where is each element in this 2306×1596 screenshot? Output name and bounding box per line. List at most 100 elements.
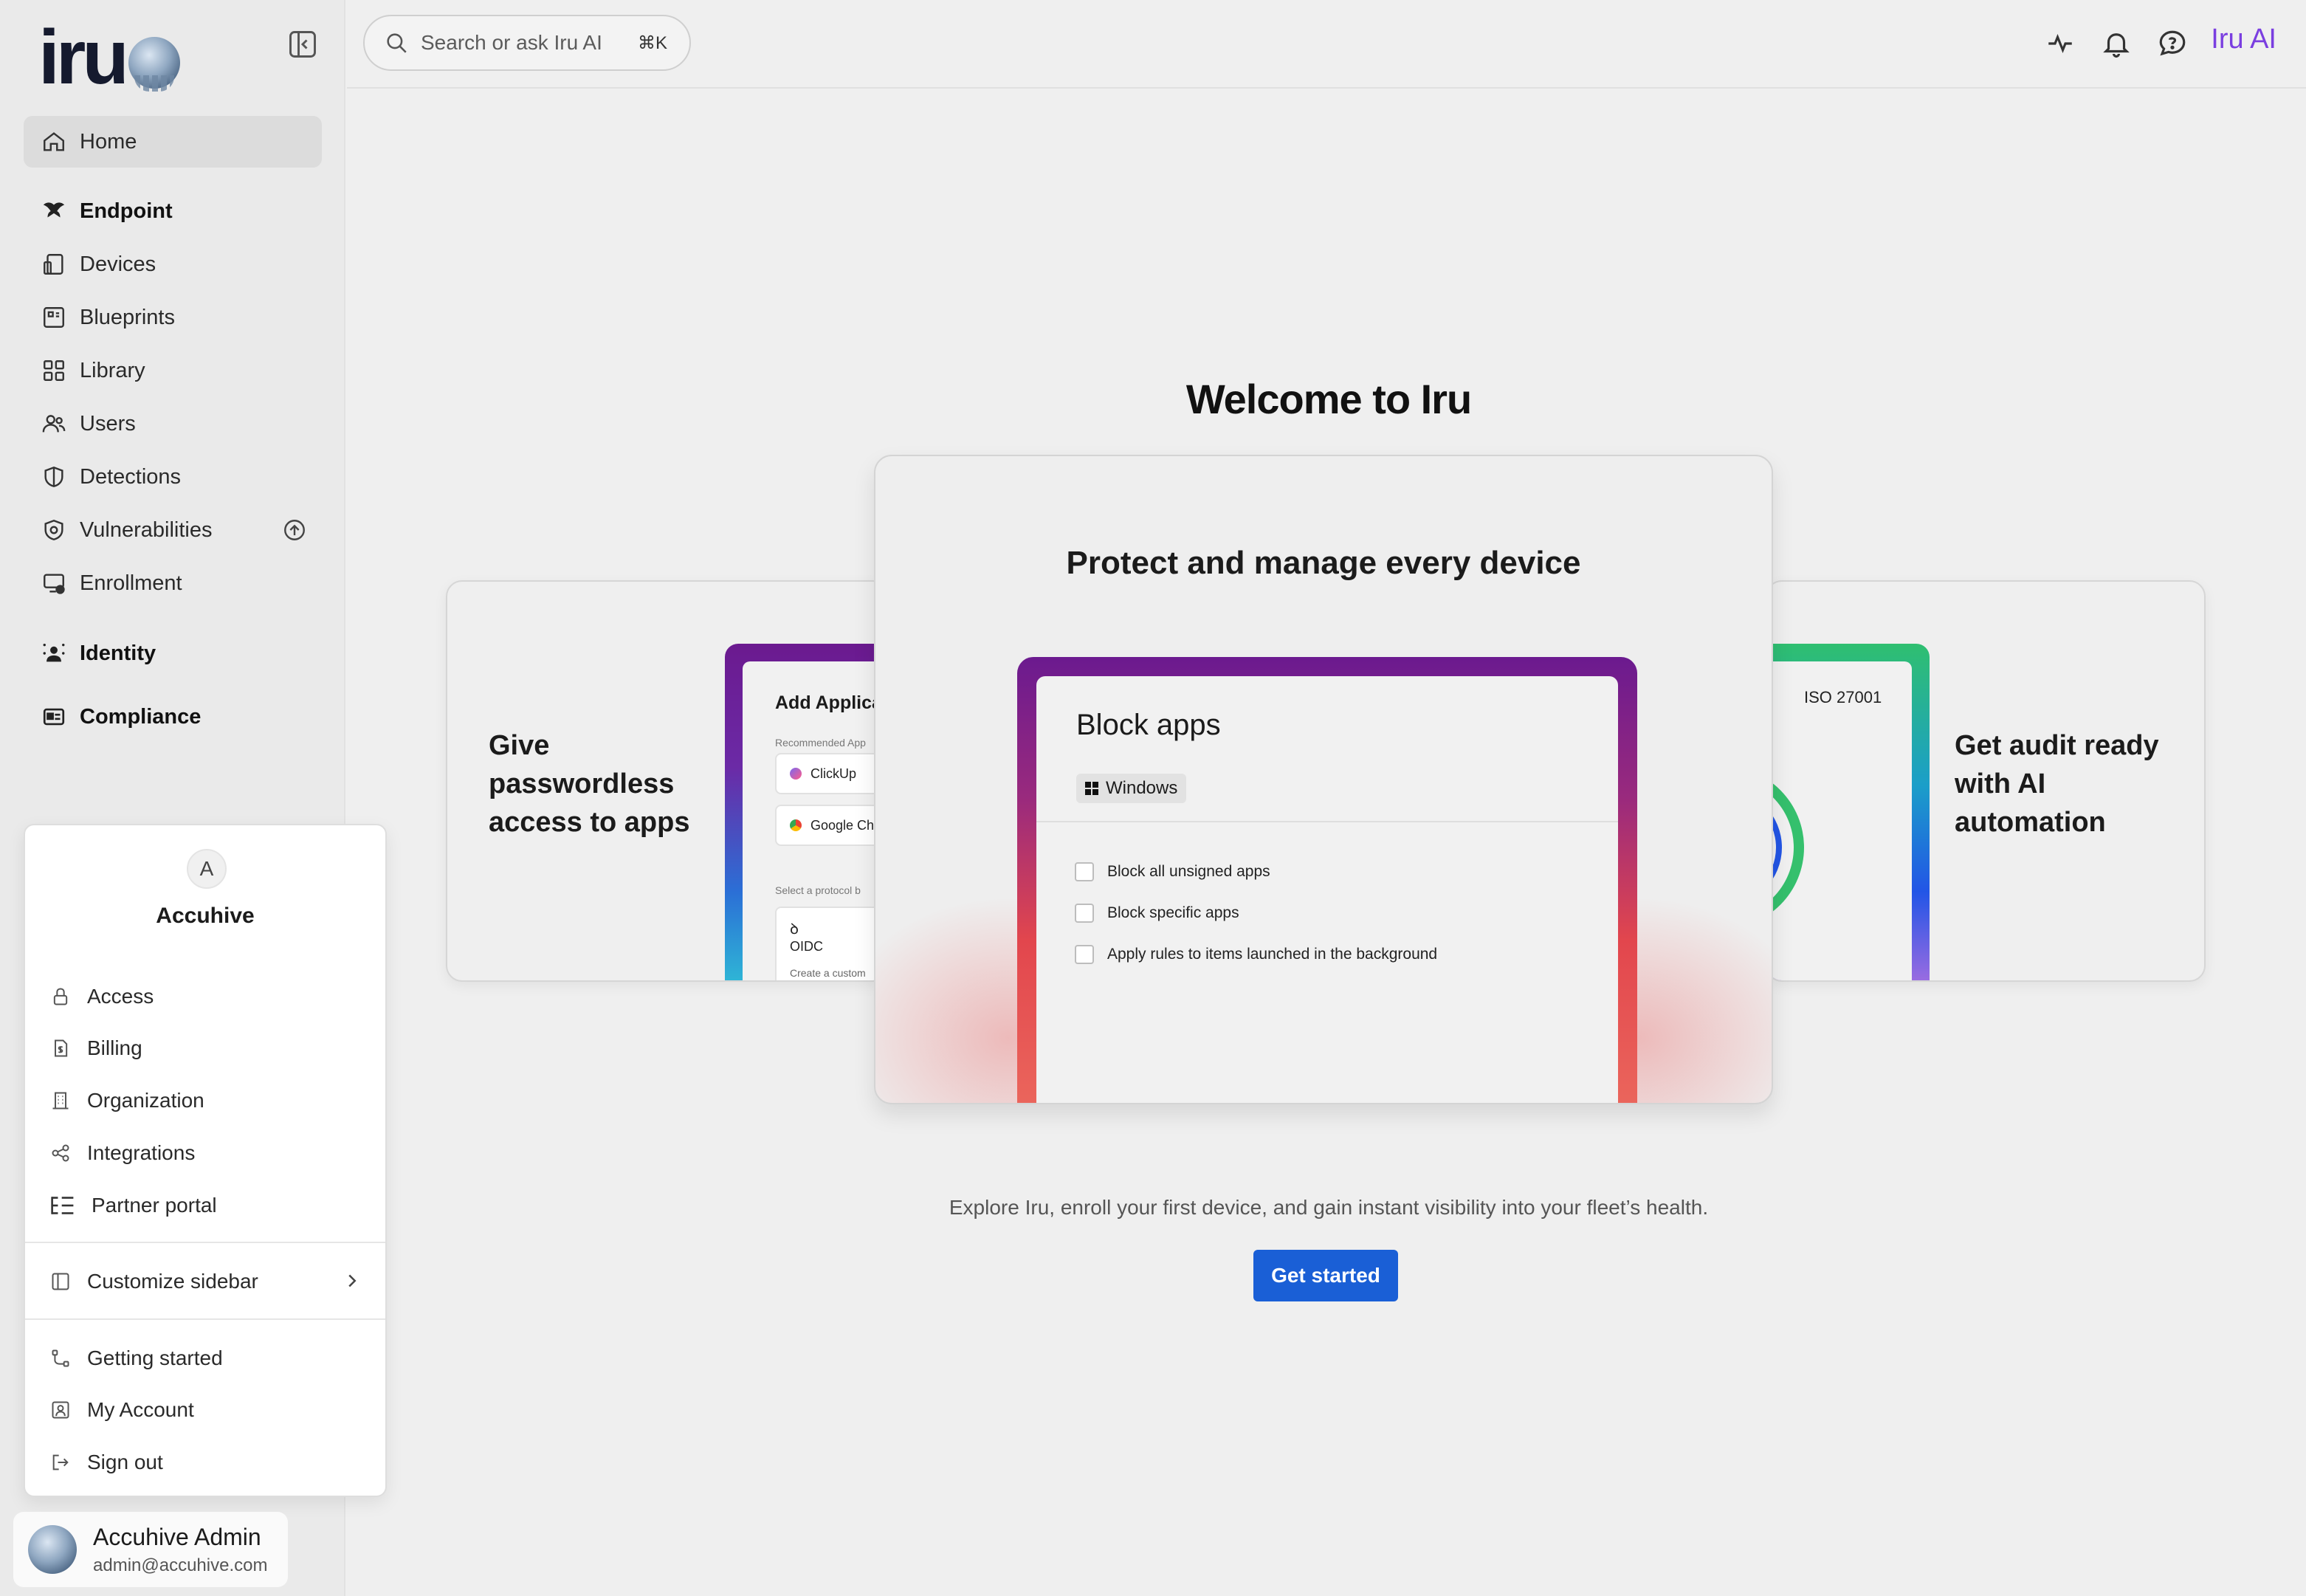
search-placeholder: Search or ask Iru AI xyxy=(421,31,602,54)
panel-title: Block apps xyxy=(1076,709,1221,741)
logo-wordmark: iru xyxy=(38,15,129,100)
sidebar-item-label: Library xyxy=(80,358,145,382)
menu-item-label: Sign out xyxy=(87,1451,163,1473)
menu-item-label: Getting started xyxy=(87,1346,223,1369)
menu-item-organization[interactable]: Organization xyxy=(49,1079,366,1123)
carousel-card-protect[interactable]: Protect and manage every device Block ap… xyxy=(874,455,1773,1104)
carousel-card-passwordless[interactable]: Give passwordless access to apps Add App… xyxy=(446,580,889,982)
menu-item-label: My Account xyxy=(87,1398,194,1421)
sidebar-item-enrollment[interactable]: Enrollment xyxy=(24,557,322,609)
option-block-specific: Block specific apps xyxy=(1075,904,1239,923)
endpoint-icon xyxy=(40,197,68,225)
app-option-label: ClickUp xyxy=(810,766,857,781)
menu-item-label: Access xyxy=(87,985,154,1008)
checkbox xyxy=(1075,904,1094,923)
clickup-icon xyxy=(790,768,802,780)
menu-item-label: Partner portal xyxy=(92,1194,217,1217)
identity-icon xyxy=(40,639,68,667)
user-profile-button[interactable]: Accuhive Admin admin@accuhive.com xyxy=(13,1512,288,1587)
sidebar-item-label: Endpoint xyxy=(80,199,173,223)
home-icon xyxy=(40,128,68,156)
menu-item-integrations[interactable]: Integrations xyxy=(49,1131,366,1175)
menu-item-sign-out[interactable]: Sign out xyxy=(49,1440,366,1485)
panel-divider xyxy=(1036,821,1618,822)
help-chat-icon[interactable] xyxy=(2157,28,2188,59)
top-bar: Search or ask Iru AI ⌘K Iru AI xyxy=(347,0,2306,89)
sidebar-section-endpoint[interactable]: Endpoint xyxy=(24,185,322,237)
search-shortcut: ⌘K xyxy=(637,32,667,53)
account-icon xyxy=(49,1398,72,1422)
block-apps-panel: Block apps Windows Block all unsigned ap… xyxy=(1036,676,1618,1103)
avatar xyxy=(28,1525,77,1574)
iso-badge: ISO 27001 xyxy=(1804,688,1882,706)
app-option-clickup: ClickUp xyxy=(775,753,887,794)
carousel-card-audit[interactable]: ISO 27001 Get audit ready with AI automa… xyxy=(1766,580,2206,982)
mockup-subheading: Recommended App xyxy=(775,737,866,749)
logo-orb-icon xyxy=(128,37,180,92)
route-icon xyxy=(49,1346,72,1370)
menu-item-label: Billing xyxy=(87,1036,142,1059)
menu-item-getting-started[interactable]: Getting started xyxy=(49,1336,366,1380)
sidebar-section-identity[interactable]: Identity xyxy=(24,627,322,679)
building-icon xyxy=(49,1089,72,1112)
mockup-heading: Add Applica xyxy=(775,692,882,713)
sign-out-icon xyxy=(49,1451,72,1474)
bell-icon[interactable] xyxy=(2101,28,2132,59)
search-icon xyxy=(384,30,409,55)
menu-item-access[interactable]: Access xyxy=(49,974,366,1019)
sidebar-item-label: Identity xyxy=(80,641,156,665)
enrollment-icon xyxy=(40,569,68,597)
app-option-google-chrome: Google Ch xyxy=(775,805,887,846)
user-name: Accuhive Admin xyxy=(93,1523,261,1550)
sidebar-item-users[interactable]: Users xyxy=(24,398,322,450)
block-apps-mockup-frame: Block apps Windows Block all unsigned ap… xyxy=(1017,657,1637,1103)
chevron-right-icon xyxy=(341,1270,363,1292)
sidebar-item-library[interactable]: Library xyxy=(24,345,322,396)
menu-item-label: Customize sidebar xyxy=(87,1270,258,1293)
option-label: Apply rules to items launched in the bac… xyxy=(1107,946,1438,963)
card-title: Give passwordless access to apps xyxy=(489,730,690,838)
menu-item-my-account[interactable]: My Account xyxy=(49,1388,366,1432)
upgrade-arrow-icon[interactable] xyxy=(282,517,307,543)
menu-item-customize-sidebar[interactable]: Customize sidebar xyxy=(49,1259,366,1304)
option-label: Block specific apps xyxy=(1107,904,1239,921)
iru-ai-button[interactable]: Iru AI xyxy=(2211,24,2276,55)
users-icon xyxy=(40,410,68,438)
sidebar-item-blueprints[interactable]: Blueprints xyxy=(24,292,322,343)
platform-label: Windows xyxy=(1106,778,1178,798)
sidebar-item-label: Enrollment xyxy=(80,571,182,595)
protocol-name: OIDC xyxy=(790,939,823,954)
account-menu: A Accuhive Access Billing Organization I… xyxy=(24,824,387,1497)
option-background-rules: Apply rules to items launched in the bac… xyxy=(1075,945,1437,964)
option-block-unsigned: Block all unsigned apps xyxy=(1075,862,1270,881)
collapse-sidebar-icon[interactable] xyxy=(286,28,319,61)
devices-icon xyxy=(40,250,68,278)
sidebar-section-compliance[interactable]: Compliance xyxy=(24,691,322,743)
sidebar-item-vulnerabilities[interactable]: Vulnerabilities xyxy=(24,504,322,556)
sidebar-item-devices[interactable]: Devices xyxy=(24,238,322,290)
iru-logo[interactable]: iru xyxy=(38,19,180,96)
chrome-icon xyxy=(790,819,802,831)
user-email: admin@accuhive.com xyxy=(93,1555,268,1575)
activity-pulse-icon[interactable] xyxy=(2045,28,2076,59)
menu-item-billing[interactable]: Billing xyxy=(49,1026,366,1070)
library-grid-icon xyxy=(40,357,68,385)
sidebar-layout-icon xyxy=(49,1270,72,1293)
protocol-description: Create a custom xyxy=(790,967,866,979)
share-nodes-icon xyxy=(49,1141,72,1165)
menu-divider xyxy=(25,1318,385,1320)
sidebar-item-label: Vulnerabilities xyxy=(80,517,213,542)
card-title: Get audit ready with AI automation xyxy=(1955,730,2159,838)
sidebar-item-label: Compliance xyxy=(80,704,202,729)
menu-item-label: Organization xyxy=(87,1089,204,1112)
sidebar-item-label: Users xyxy=(80,411,136,436)
menu-item-partner-portal[interactable]: Partner portal xyxy=(49,1183,366,1228)
get-started-button[interactable]: Get started xyxy=(1253,1250,1398,1301)
sidebar-item-label: Blueprints xyxy=(80,305,175,329)
list-tree-icon xyxy=(49,1194,77,1217)
search-input[interactable]: Search or ask Iru AI ⌘K xyxy=(363,15,691,71)
sidebar-item-home[interactable]: Home xyxy=(24,116,322,168)
org-name: Accuhive xyxy=(156,904,255,928)
sidebar-item-detections[interactable]: Detections xyxy=(24,451,322,503)
sidebar-item-label: Devices xyxy=(80,252,156,276)
